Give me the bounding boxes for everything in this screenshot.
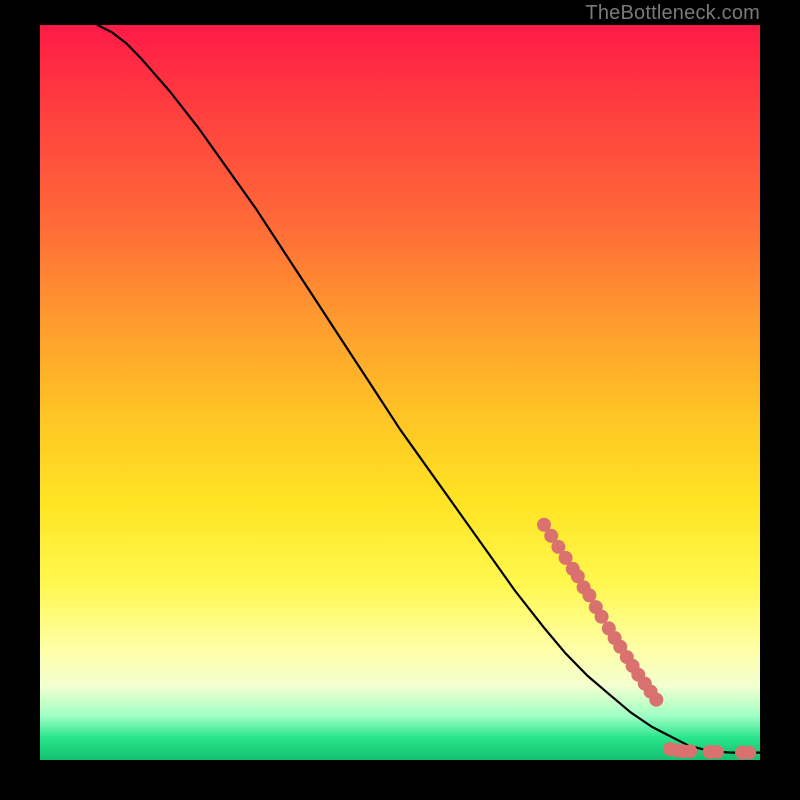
- data-marker: [710, 745, 724, 759]
- plot-gradient-area: [40, 25, 760, 760]
- data-marker: [649, 693, 663, 707]
- chart-frame: TheBottleneck.com: [0, 0, 800, 800]
- data-marker: [683, 744, 697, 758]
- data-marker: [595, 610, 609, 624]
- bottleneck-curve: [98, 25, 760, 753]
- watermark-text: TheBottleneck.com: [585, 2, 760, 25]
- curve-layer: [40, 25, 760, 760]
- data-marker: [742, 746, 756, 760]
